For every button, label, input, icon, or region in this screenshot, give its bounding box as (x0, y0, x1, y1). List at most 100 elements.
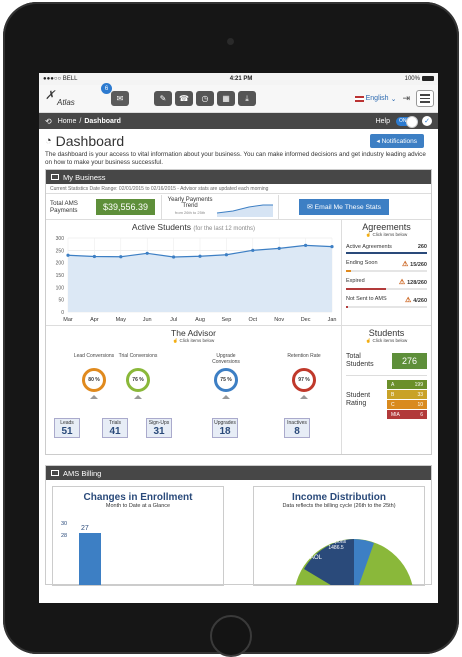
dashboard-header: ◔ Dashboard The dashboard is your access … (39, 129, 438, 169)
carrier-label: ●●●○○ BELL (43, 76, 78, 82)
edit-button[interactable]: ✎ (154, 91, 172, 106)
check-icon[interactable]: ✓ (422, 116, 432, 126)
total-students-value[interactable]: 276 (391, 353, 427, 369)
count-label: Inactives (287, 420, 307, 426)
chart-icon (51, 470, 59, 476)
calendar-button[interactable]: ▦ (217, 91, 235, 106)
chevron-up-icon (300, 395, 308, 399)
clock-button[interactable]: ◷ (196, 91, 214, 106)
advisor-gauge[interactable]: Upgrade Conversions 75 % (204, 353, 248, 399)
enrollment-subtitle: Month to Date at a Glance (105, 503, 171, 509)
agreement-value: ⚠ 15/260 (401, 261, 427, 268)
agreements-list: Active Agreements 260 Ending Soon ⚠ 15/260 E… (346, 241, 427, 308)
advisor-count[interactable]: Inactives 8 (284, 418, 310, 438)
enrollment-card[interactable]: Changes in Enrollment Month to Date at a… (52, 486, 224, 586)
chart-title: Active Students (131, 222, 191, 232)
x-tick-label: Apr (90, 317, 99, 323)
chart-icon (51, 174, 59, 180)
breadcrumb-home[interactable]: Home (58, 118, 77, 125)
language-selector[interactable]: English ⌄ (354, 95, 397, 103)
breadcrumb-current: Dashboard (84, 117, 121, 125)
gauge-ring: 97 % (292, 368, 316, 392)
dashboard-description: The dashboard is your access to vital in… (45, 151, 426, 166)
x-tick-label: Mar (63, 317, 73, 323)
total-payments-value[interactable]: $39,556.39 (96, 198, 156, 215)
count-label: Trials (108, 420, 122, 426)
rating-grade: A (391, 381, 395, 388)
refresh-icon[interactable]: ⟲ (45, 117, 52, 126)
help-link[interactable]: Help (376, 118, 390, 125)
rating-row[interactable]: C 10 (387, 400, 427, 409)
data-point (145, 251, 149, 255)
agreement-bar-fill (346, 252, 427, 254)
envelope-icon: ✉ (116, 94, 124, 103)
trend-sparkline (216, 204, 274, 217)
advisor-gauge[interactable]: Trial Conversions 76 % (116, 353, 160, 399)
pointer-icon: ☝ (365, 338, 373, 343)
coupons-value: 1486.5 (328, 545, 344, 551)
count-label: Upgrades (214, 420, 236, 426)
agreement-item[interactable]: Ending Soon ⚠ 15/260 (346, 257, 427, 270)
warning-icon: ⚠ (401, 261, 411, 268)
gauge-label: Trial Conversions (118, 353, 158, 359)
y-tick-label: 300 (56, 236, 65, 242)
battery-indicator: 100% (405, 75, 434, 82)
help-toggle[interactable]: ON (396, 115, 418, 128)
yearly-trend[interactable]: Yearly Payments Trend from 26th to 25th (161, 194, 280, 219)
agreement-value: 260 (417, 244, 427, 250)
enrollment-value: 27 (81, 525, 89, 532)
advisor-count[interactable]: Upgrades 18 (212, 418, 238, 438)
advisor-gauge[interactable]: Retention Rate 97 % (282, 353, 326, 399)
phone-button[interactable]: ☎ (175, 91, 193, 106)
enrollment-title: Changes in Enrollment (83, 492, 193, 503)
gauge-label: Lead Conversions (73, 353, 115, 359)
rating-row[interactable]: B 33 (387, 390, 427, 399)
email-stats-button[interactable]: ✉ Email Me These Stats (299, 198, 389, 215)
envelope-icon: ✉ (307, 203, 315, 211)
income-card[interactable]: Income Distribution Data reflects the bi… (253, 486, 425, 586)
advisor-count[interactable]: Sign-Ups 31 (146, 418, 172, 438)
total-students-label: Total Students (346, 353, 374, 368)
rating-row[interactable]: MIA 6 (387, 410, 427, 419)
notifications-button[interactable]: ◂ Notifications (369, 134, 424, 148)
advisor-gauge[interactable]: Lead Conversions 80 % (72, 353, 116, 399)
advisor-count[interactable]: Trials 41 (102, 418, 128, 438)
runner-icon: ✗ (45, 87, 56, 102)
count-value: 8 (294, 426, 300, 437)
agreement-item[interactable]: Active Agreements 260 (346, 241, 427, 252)
logout-icon[interactable]: ⇥ (402, 93, 410, 104)
home-button[interactable] (210, 615, 252, 657)
x-tick-label: May (116, 317, 127, 323)
panel-header: AMS Billing (46, 466, 431, 480)
warning-icon: ⚠ (398, 279, 408, 286)
rating-row[interactable]: A 199 (387, 380, 427, 389)
download-button[interactable]: ⤓ (238, 91, 256, 106)
agreement-value: ⚠ 128/260 (398, 279, 427, 286)
messages-button[interactable]: 6 ✉ (101, 83, 129, 106)
chevron-down-icon: ⌄ (390, 95, 397, 103)
atlas-logo[interactable]: ✗ Atlas (43, 87, 83, 109)
phone-icon: ☎ (179, 94, 189, 103)
chevron-up-icon (134, 395, 142, 399)
hamburger-menu-button[interactable] (416, 90, 434, 107)
agreement-value: ⚠ 4/260 (405, 297, 427, 304)
x-tick-label: Jun (143, 317, 152, 323)
x-tick-label: Oct (249, 317, 258, 323)
active-students-chart[interactable]: Active Students (for the last 12 months)… (46, 220, 342, 325)
enrollment-bar (79, 533, 101, 585)
x-tick-label: Jul (170, 317, 177, 323)
agreement-item[interactable]: Expired ⚠ 128/260 (346, 275, 427, 288)
y-tick-label: 150 (56, 273, 65, 279)
advisor-section: The Advisor ☝ Click items below Lead Con… (46, 326, 342, 454)
agreements-hint: Click items below (372, 232, 408, 237)
students-title: Students (368, 328, 405, 338)
aol-label: AOL (310, 555, 323, 561)
enrollment-axis-30: 30 (61, 521, 68, 527)
x-tick-label: Jan (328, 317, 337, 323)
total-students-row: Total Students 276 (346, 347, 427, 376)
advisor-count[interactable]: Leads 51 (54, 418, 80, 438)
agreement-item[interactable]: Not Sent to AMS ⚠ 4/260 (346, 293, 427, 306)
language-label: English (365, 95, 389, 102)
gauge-label: Retention Rate (287, 353, 321, 359)
data-point (172, 255, 176, 259)
